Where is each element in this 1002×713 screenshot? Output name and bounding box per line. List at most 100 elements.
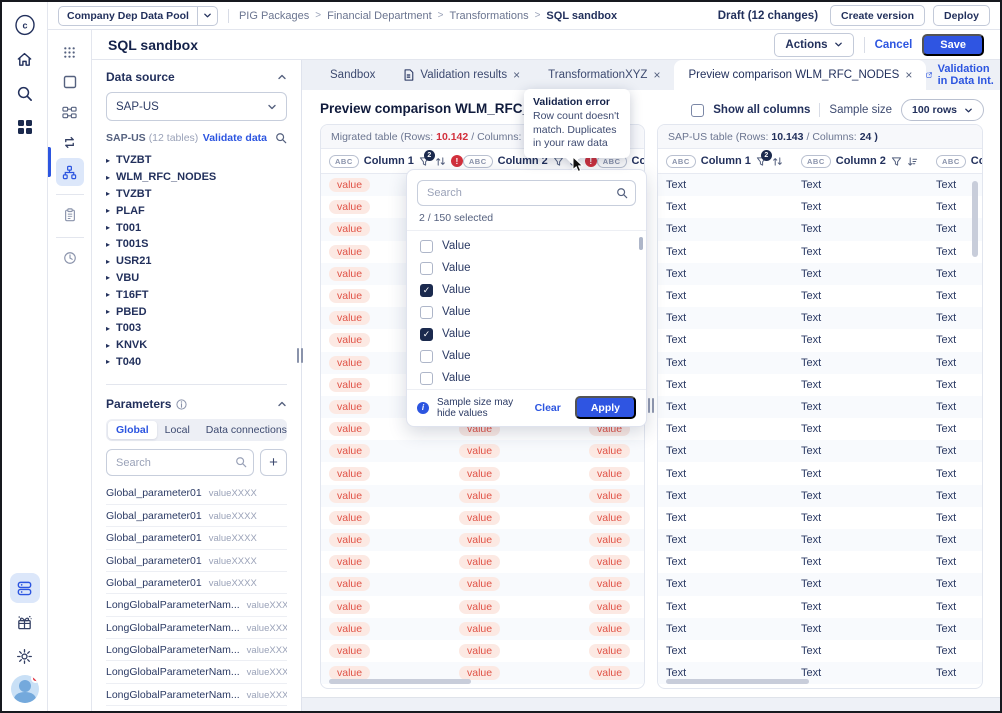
transformations-hierarchy-icon[interactable]: [56, 158, 84, 186]
sort-desc-icon[interactable]: [907, 156, 918, 167]
close-icon[interactable]: ×: [905, 68, 912, 82]
sort-icon[interactable]: [772, 156, 783, 167]
checkbox-unchecked[interactable]: [420, 262, 433, 275]
checkbox-unchecked[interactable]: [420, 240, 433, 253]
sync-icon[interactable]: [56, 128, 84, 156]
tab-sandbox[interactable]: Sandbox: [316, 60, 389, 90]
filter-icon[interactable]: 2: [419, 156, 430, 167]
table-tree-item[interactable]: ▸PLAF: [106, 202, 287, 219]
data-pools-icon[interactable]: [10, 573, 40, 603]
canvas-icon[interactable]: [56, 68, 84, 96]
pipeline-icon[interactable]: [56, 98, 84, 126]
celonis-logo-icon[interactable]: c: [10, 10, 40, 40]
validate-data-link[interactable]: Validate data: [203, 132, 267, 144]
parameter-item[interactable]: Global_parameter01valueXXXX: [106, 527, 287, 549]
parameter-item[interactable]: LongGlobalParameterNam...valueXXXXXXXX: [106, 706, 287, 711]
search-icon[interactable]: [275, 132, 287, 144]
drag-grid-icon[interactable]: [56, 38, 84, 66]
parameter-item[interactable]: Global_parameter01valueXXXX: [106, 505, 287, 527]
table-tree-item[interactable]: ▸TVZBT: [106, 186, 287, 203]
table-tree-item[interactable]: ▸VBU: [106, 270, 287, 287]
breadcrumb-item[interactable]: SQL sandbox: [546, 10, 617, 22]
home-icon[interactable]: [10, 44, 40, 74]
close-icon[interactable]: ×: [653, 68, 660, 82]
create-version-button[interactable]: Create version: [830, 5, 925, 26]
panel-resize-handle[interactable]: [297, 348, 303, 363]
filter-option[interactable]: Value: [407, 301, 646, 323]
filter-icon[interactable]: [891, 156, 902, 167]
table-tree-item[interactable]: ▸T001S: [106, 236, 287, 253]
user-avatar[interactable]: [11, 675, 39, 703]
column-header[interactable]: ABC Column 1 2 !: [329, 155, 463, 168]
deploy-button[interactable]: Deploy: [933, 5, 990, 26]
filter-option[interactable]: Value: [407, 345, 646, 367]
parameter-item[interactable]: LongGlobalParameterNam...valueXXXXXXXX: [106, 639, 287, 661]
breadcrumb-item[interactable]: Transformations: [450, 10, 529, 22]
horizontal-scrollbar[interactable]: [666, 679, 809, 684]
parameter-item[interactable]: LongGlobalParameterNam...valueXXXXXXXX: [106, 684, 287, 706]
show-all-columns-checkbox[interactable]: [691, 104, 704, 117]
scrollbar-thumb[interactable]: [639, 237, 643, 250]
breadcrumb-item[interactable]: PIG Packages: [239, 10, 309, 22]
tab-preview-comparison-wlm-rfc-nodes[interactable]: Preview comparison WLM_RFC_NODES×: [674, 60, 926, 90]
data-source-select[interactable]: SAP-US: [106, 92, 287, 121]
table-tree-item[interactable]: ▸PBED: [106, 303, 287, 320]
filter-option[interactable]: Value: [407, 367, 646, 389]
table-tree-item[interactable]: ▸T003: [106, 320, 287, 337]
filter-option[interactable]: ✓Value: [407, 323, 646, 345]
close-icon[interactable]: ×: [513, 68, 520, 82]
checkbox-checked[interactable]: ✓: [420, 284, 433, 297]
search-nav-icon[interactable]: [10, 78, 40, 108]
validation-link[interactable]: Validation in Data Int.: [926, 63, 1002, 87]
history-clock-icon[interactable]: [56, 244, 84, 272]
parameters-tab-data-connections[interactable]: Data connections: [198, 421, 295, 439]
column-header[interactable]: ABC Column 1 2: [666, 155, 801, 168]
column-header[interactable]: ABC Column 2: [801, 155, 936, 168]
parameter-item[interactable]: LongGlobalParameterNam...valueXXXXXXXX: [106, 661, 287, 683]
add-parameter-button[interactable]: +: [260, 449, 287, 476]
save-button[interactable]: Save: [922, 34, 984, 56]
parameter-item[interactable]: LongGlobalParameterNam...valueXXXXXXXX: [106, 594, 287, 616]
whats-new-gift-icon[interactable]: [10, 607, 40, 637]
parameter-item[interactable]: Global_parameter01valueXXXX: [106, 572, 287, 594]
chevron-down-icon[interactable]: [197, 7, 217, 25]
sort-icon[interactable]: [435, 156, 446, 167]
error-icon[interactable]: !: [451, 155, 463, 167]
parameter-item[interactable]: Global_parameter01valueXXXX: [106, 482, 287, 504]
collapse-chevron-icon[interactable]: [277, 72, 287, 82]
sample-size-select[interactable]: 100 rows: [901, 99, 984, 121]
checkbox-unchecked[interactable]: [420, 372, 433, 385]
clipboard-icon[interactable]: [56, 201, 84, 229]
collapse-chevron-icon[interactable]: [277, 399, 287, 409]
settings-gear-icon[interactable]: [10, 641, 40, 671]
parameters-search-input[interactable]: [106, 449, 254, 476]
table-tree-item[interactable]: ▸USR21: [106, 253, 287, 270]
apps-grid-icon[interactable]: [10, 112, 40, 142]
checkbox-unchecked[interactable]: [420, 306, 433, 319]
clear-button[interactable]: Clear: [535, 402, 561, 414]
table-tree-item[interactable]: ▸TVZBT: [106, 152, 287, 169]
table-tree-item[interactable]: ▸WLM_RFC_NODES: [106, 169, 287, 186]
apply-button[interactable]: Apply: [575, 396, 636, 419]
vertical-scrollbar[interactable]: [972, 181, 978, 257]
panel-resize-handle[interactable]: [648, 398, 654, 413]
parameters-tab-local[interactable]: Local: [157, 421, 198, 439]
tab-validation-results[interactable]: Validation results×: [389, 60, 534, 90]
filter-option[interactable]: Value: [407, 235, 646, 257]
checkbox-unchecked[interactable]: [420, 350, 433, 363]
table-tree-item[interactable]: ▸KNVK: [106, 337, 287, 354]
breadcrumb-item[interactable]: Financial Department: [327, 10, 432, 22]
table-tree-item[interactable]: ▸T16FT: [106, 286, 287, 303]
table-tree-item[interactable]: ▸T040: [106, 354, 287, 371]
tab-transformationxyz[interactable]: TransformationXYZ×: [534, 60, 674, 90]
horizontal-scrollbar[interactable]: [329, 679, 471, 684]
filter-option[interactable]: Value: [407, 257, 646, 279]
column-header[interactable]: ABC Column 3: [936, 155, 983, 168]
parameter-item[interactable]: Global_parameter01valueXXXX: [106, 550, 287, 572]
checkbox-checked[interactable]: ✓: [420, 328, 433, 341]
filter-icon[interactable]: 2: [756, 156, 767, 167]
parameter-item[interactable]: LongGlobalParameterNam...valueXXXXXXXX: [106, 617, 287, 639]
actions-button[interactable]: Actions: [774, 33, 853, 57]
cancel-button[interactable]: Cancel: [875, 39, 913, 51]
filter-option[interactable]: ✓Value: [407, 279, 646, 301]
